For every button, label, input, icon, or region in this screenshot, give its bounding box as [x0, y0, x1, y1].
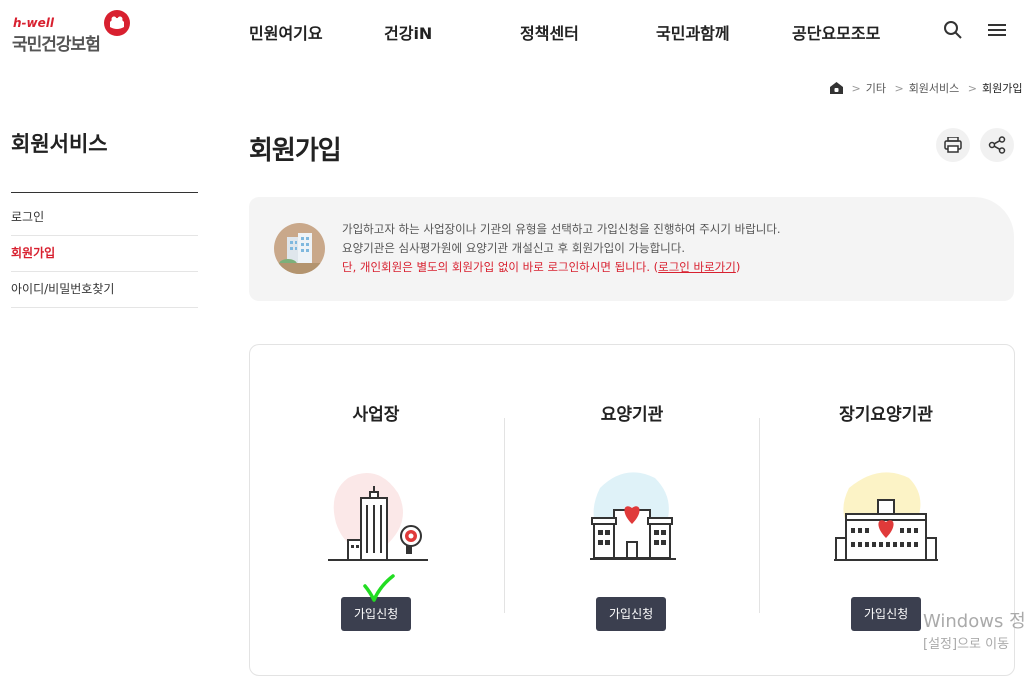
breadcrumb-etc[interactable]: 기타 — [866, 82, 886, 95]
home-icon[interactable] — [830, 82, 843, 97]
windows-activation-watermark: Windows 정 — [923, 611, 1026, 632]
apply-button-care-institution[interactable]: 가입신청 — [596, 597, 667, 631]
card-title-workplace: 사업장 — [352, 405, 400, 425]
sidebar-item-signup[interactable]: 회원가입 — [11, 236, 198, 272]
sidebar-divider — [11, 192, 198, 193]
card-divider — [759, 418, 760, 613]
menu-icon[interactable] — [988, 22, 1006, 42]
print-button[interactable] — [936, 128, 970, 162]
card-title-care-institution: 요양기관 — [600, 405, 664, 425]
check-mark-icon — [362, 574, 396, 608]
login-shortcut-link[interactable]: 로그인 바로가기 — [658, 260, 736, 274]
building-icon — [274, 223, 325, 274]
long-term-care-facility-icon — [834, 468, 938, 568]
nav-health-in[interactable]: 건강iN — [384, 20, 432, 44]
card-divider — [504, 418, 505, 613]
share-icon — [988, 136, 1006, 154]
notice-line-1: 가입하고자 하는 사업장이나 기관의 유형을 선택하고 가입신청을 진행하여 주… — [342, 222, 781, 236]
notice-line-3-end: ) — [735, 260, 741, 274]
nav-with-people[interactable]: 국민과함께 — [656, 20, 730, 44]
nav-policy-center[interactable]: 정책센터 — [520, 20, 579, 44]
breadcrumb-current: 회원가입 — [982, 82, 1023, 95]
windows-activation-subtext: [설정]으로 이동 — [923, 637, 1010, 652]
sidebar-title: 회원서비스 — [11, 132, 108, 156]
notice-line-3: 단, 개인회원은 별도의 회원가입 없이 바로 로그인하시면 됩니다. (로그인… — [342, 258, 781, 277]
print-icon — [944, 137, 962, 153]
logo-tagline[interactable]: h-well — [13, 16, 54, 30]
workplace-icon — [328, 468, 428, 568]
notice-text: 가입하고자 하는 사업장이나 기관의 유형을 선택하고 가입신청을 진행하여 주… — [342, 220, 781, 277]
nav-minwon[interactable]: 민원여기요 — [249, 20, 323, 44]
breadcrumb-member-service[interactable]: 회원서비스 — [909, 82, 960, 95]
breadcrumb: > 기타 > 회원서비스 > 회원가입 — [830, 80, 1023, 97]
page-title: 회원가입 — [249, 136, 342, 166]
apply-button-long-term-care[interactable]: 가입신청 — [851, 597, 922, 631]
logo-mark-icon[interactable] — [103, 9, 131, 37]
sidebar-item-find-id-password[interactable]: 아이디/비밀번호찾기 — [11, 272, 198, 308]
card-title-long-term-care: 장기요양기관 — [839, 405, 933, 425]
logo-text[interactable]: 국민건강보험 — [12, 30, 101, 55]
share-button[interactable] — [980, 128, 1014, 162]
notice-line-3-text: 단, 개인회원은 별도의 회원가입 없이 바로 로그인하시면 됩니다. ( — [342, 260, 659, 274]
sidebar-item-login[interactable]: 로그인 — [11, 200, 198, 236]
search-icon[interactable] — [943, 20, 963, 44]
notice-line-2: 요양기관은 심사평가원에 요양기관 개설신고 후 회원가입이 가능합니다. — [342, 241, 685, 255]
nav-corporation[interactable]: 공단요모조모 — [792, 20, 880, 44]
hospital-icon — [590, 468, 676, 568]
